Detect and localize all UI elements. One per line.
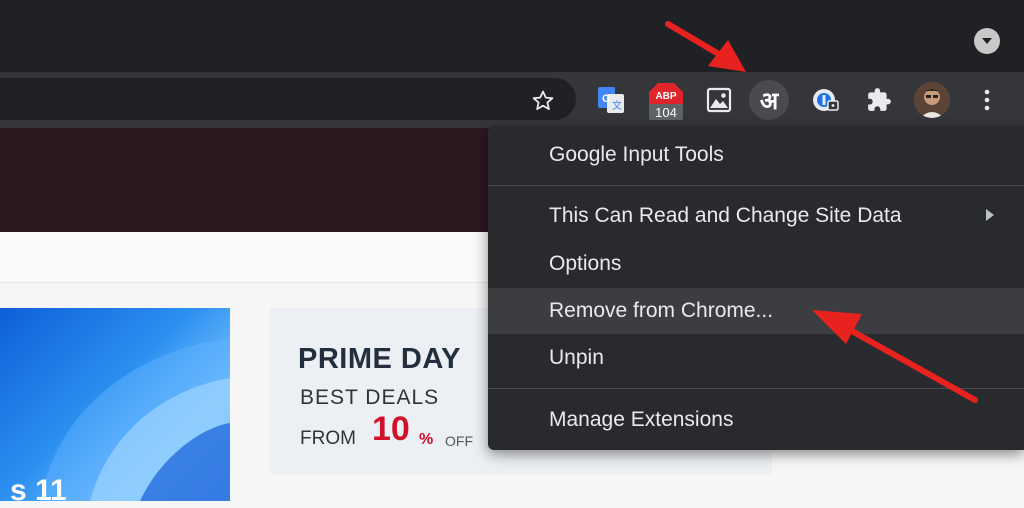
promo-subtitle: BEST DEALS [300,386,440,409]
menu-header-extension-name[interactable]: Google Input Tools [488,132,1024,178]
chevron-down-icon [982,38,992,44]
more-menu-icon[interactable] [970,83,1004,117]
profile-avatar[interactable] [914,82,950,118]
bookmark-star-icon[interactable] [528,86,558,116]
puzzle-extensions-icon[interactable] [862,83,896,117]
menu-item-site-access[interactable]: This Can Read and Change Site Data [488,193,1024,239]
google-input-tools-icon: अ [759,86,779,115]
article-card-windows[interactable] [0,308,230,501]
promo-title: PRIME DAY [298,343,461,375]
menu-item-manage-extensions[interactable]: Manage Extensions [488,397,1024,443]
google-translate-icon[interactable]: G 文 [594,83,628,117]
menu-divider [488,388,1024,389]
promo-off: OFF [445,433,473,449]
menu-item-unpin[interactable]: Unpin [488,335,1024,381]
svg-text:文: 文 [612,99,622,112]
tab-search-button[interactable] [974,28,1000,54]
abp-icon[interactable]: ABP 104 [648,82,684,122]
google-input-tools-button[interactable]: अ [749,80,789,120]
promo-percent-sign: % [419,431,434,448]
article-card-title: s 11 [10,474,67,507]
menu-item-options[interactable]: Options [488,241,1024,287]
password-manager-icon[interactable] [808,83,842,117]
wallpaper-graphic [40,338,230,501]
submenu-arrow-icon [986,209,994,221]
promo-from: FROM [300,428,356,449]
menu-divider [488,185,1024,186]
image-icon[interactable] [702,83,736,117]
site-nav-strip [0,232,490,283]
promo-percent: 10 [372,410,410,448]
svg-text:G: G [602,93,611,105]
abp-label: ABP [655,91,676,102]
address-bar[interactable] [0,78,576,120]
site-banner [0,128,490,232]
title-bar [0,0,1024,70]
abp-badge: 104 [655,105,677,120]
menu-item-remove-from-chrome[interactable]: Remove from Chrome... [488,288,1024,334]
